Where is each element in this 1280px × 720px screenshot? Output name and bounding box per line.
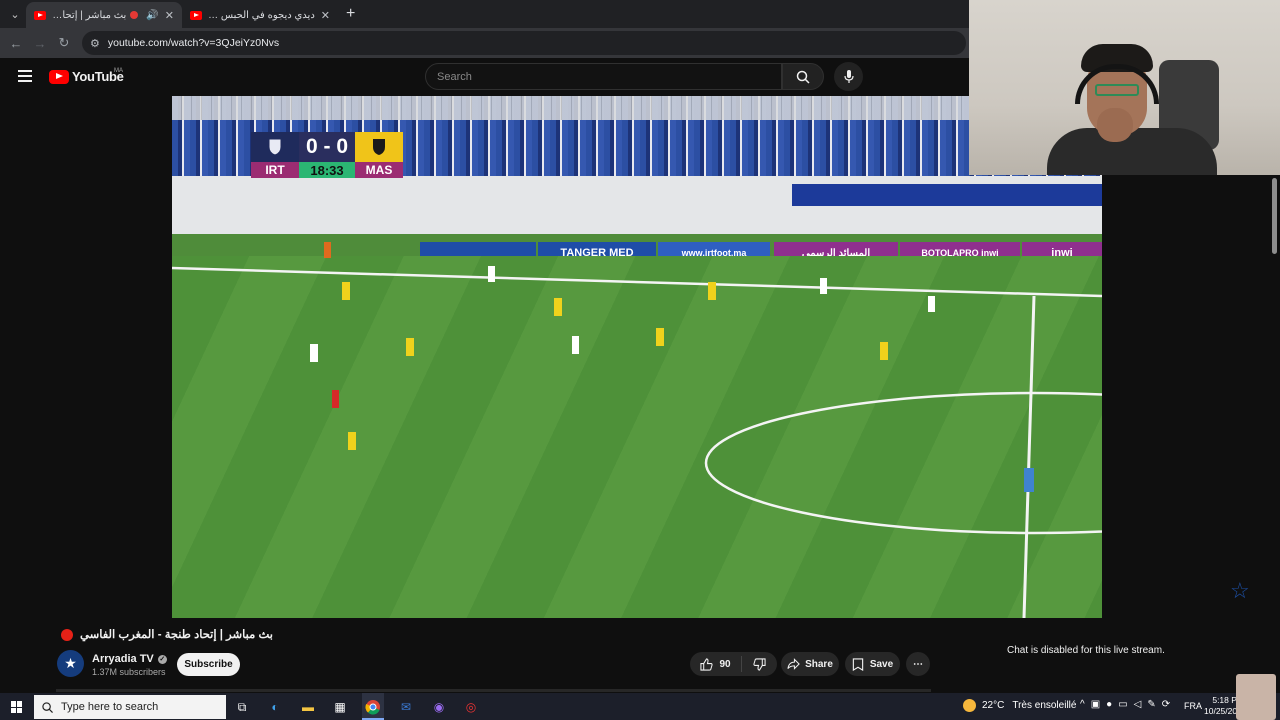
share-arrow-icon [787, 658, 800, 670]
webcam-overlay [969, 0, 1280, 175]
like-count: 90 [719, 658, 731, 670]
video-title: بث مباشر | إتحاد طنجة - المغرب الفاسي [80, 629, 273, 641]
scrollbar-thumb[interactable] [1272, 178, 1277, 254]
address-bar[interactable]: ⚙ youtube.com/watch?v=3QJeiYz0Nvs [82, 31, 966, 55]
more-dots-icon: ⋯ [913, 658, 923, 670]
streamer-body [1047, 128, 1217, 175]
microphone-tray-icon[interactable]: ● [1106, 699, 1112, 710]
volume-icon[interactable]: ◁ [1134, 699, 1142, 710]
browser-tab-strip: ⌄ بث مباشر | إتحاد طنجة 🔊 ✕ ديدي ديجوه ف… [0, 0, 970, 28]
sunny-weather-icon [963, 699, 976, 712]
weather-condition: Très ensoleillé [1012, 700, 1077, 711]
live-indicator-icon [61, 629, 73, 641]
obs-recording-icon[interactable]: ◎ [462, 698, 480, 716]
tab-title: بث مباشر | إتحاد طنجة [52, 9, 127, 21]
tab-second-video[interactable]: ديدي ديجوه في الحبس | بنت كاز ✕ [182, 2, 338, 28]
like-button[interactable]: 90 [690, 656, 742, 672]
video-player[interactable]: TANGER MED www.irtfoot.ma المسائد الرسمي… [172, 96, 1102, 618]
close-tab-icon[interactable]: ✕ [165, 9, 174, 22]
channel-name: Arryadia TV [92, 653, 154, 665]
search-button[interactable] [782, 63, 824, 90]
tab-search-chevron-icon[interactable]: ⌄ [4, 3, 26, 25]
audio-playing-icon[interactable]: 🔊 [146, 10, 158, 21]
windows-taskbar: Type here to search ⧉ ◐ ▬ ▦ ✉ ◉ ◎ 22°C T… [0, 693, 1280, 720]
microphone-icon [843, 69, 854, 83]
youtube-favicon-icon [190, 10, 202, 20]
share-button[interactable]: Share [781, 652, 839, 676]
verified-check-icon: ✓ [157, 654, 167, 664]
away-crest-icon [355, 132, 403, 162]
windows-start-icon[interactable] [11, 701, 23, 713]
input-language[interactable]: FRA [1184, 701, 1202, 711]
streamer-hand [1097, 108, 1133, 142]
tab-title: ديدي ديجوه في الحبس | بنت كاز [208, 9, 315, 21]
chrome-icon[interactable] [364, 698, 382, 716]
file-explorer-icon[interactable]: ▬ [299, 698, 317, 716]
url-text: youtube.com/watch?v=3QJeiYz0Nvs [107, 37, 280, 49]
recording-indicator-icon [130, 11, 139, 19]
subscriber-count: 1.37M subscribers [92, 667, 166, 677]
tray-chevron-up-icon[interactable]: ^ [1080, 699, 1085, 710]
thumbs-down-icon [753, 657, 766, 671]
system-tray: ^ ▣ ● ▭ ◁ ✎ ⟳ [1080, 699, 1170, 710]
forward-arrow-icon[interactable]: → [28, 36, 52, 51]
tray-sync-icon[interactable]: ⟳ [1162, 699, 1170, 710]
site-info-icon[interactable]: ⚙ [90, 37, 100, 50]
more-actions-button[interactable]: ⋯ [906, 652, 930, 676]
channel-avatar[interactable]: ★ [57, 650, 84, 677]
youtube-header: YouTube MA Search [0, 58, 970, 96]
save-playlist-icon [852, 657, 864, 671]
taskbar-search-placeholder: Type here to search [61, 701, 159, 713]
tab-live-stream[interactable]: بث مباشر | إتحاد طنجة 🔊 ✕ [26, 2, 182, 28]
subscribe-button[interactable]: Subscribe [177, 653, 240, 676]
dislike-button[interactable] [742, 657, 777, 671]
channel-name-row[interactable]: Arryadia TV ✓ [92, 653, 167, 665]
taskbar-search-input[interactable]: Type here to search [34, 695, 226, 719]
edge-browser-icon[interactable]: ◐ [266, 698, 284, 716]
menu-icon[interactable] [18, 70, 32, 82]
share-label: Share [805, 658, 833, 670]
task-view-icon[interactable]: ⧉ [233, 698, 251, 716]
pen-icon[interactable]: ✎ [1147, 699, 1155, 710]
microsoft-store-icon[interactable]: ▦ [331, 698, 349, 716]
temperature: 22°C [982, 700, 1005, 711]
back-arrow-icon[interactable]: ← [4, 36, 28, 51]
away-team-code: MAS [355, 162, 403, 178]
match-clock: 18:33 [299, 162, 355, 178]
home-team-code: IRT [251, 162, 299, 178]
search-icon [796, 70, 810, 84]
close-tab-icon[interactable]: ✕ [321, 9, 330, 22]
scoreboard: 0 - 0 IRT 18:33 MAS [251, 132, 403, 180]
network-icon[interactable]: ▭ [1118, 699, 1127, 710]
match-score: 0 - 0 [299, 132, 355, 162]
save-label: Save [869, 658, 894, 670]
chat-disabled-notice: Chat is disabled for this live stream. [1007, 645, 1165, 656]
thumbs-up-icon [700, 657, 714, 671]
save-button[interactable]: Save [845, 652, 900, 676]
voice-search-button[interactable] [834, 62, 863, 91]
reload-icon[interactable]: ↻ [52, 35, 76, 51]
country-code: MA [114, 68, 123, 74]
home-crest-icon [251, 132, 299, 162]
search-input[interactable]: Search [425, 63, 782, 90]
search-icon [42, 701, 53, 713]
description-divider [56, 689, 931, 692]
tray-app-icon[interactable]: ▣ [1091, 699, 1100, 710]
weather-widget[interactable]: 22°C Très ensoleillé [963, 699, 1076, 712]
like-dislike-group: 90 [690, 652, 777, 676]
outlook-icon[interactable]: ✉ [397, 698, 415, 716]
youtube-logo[interactable]: YouTube [49, 69, 124, 84]
youtube-play-icon [49, 69, 69, 84]
discord-icon[interactable]: ◉ [430, 698, 448, 716]
channel-watermark-star-icon[interactable]: ☆ [1230, 578, 1250, 604]
youtube-favicon-icon [34, 10, 46, 20]
notification-thumbnail[interactable] [1236, 674, 1276, 720]
browser-toolbar: ← → ↻ ⚙ youtube.com/watch?v=3QJeiYz0Nvs [0, 28, 970, 58]
glasses [1095, 84, 1139, 96]
new-tab-plus-icon[interactable]: + [346, 5, 355, 23]
